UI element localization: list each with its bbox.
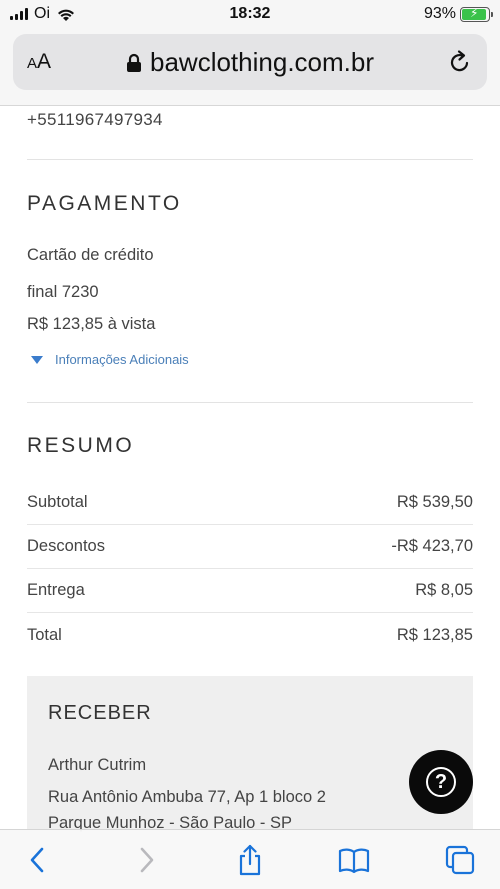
summary-value: R$ 539,50: [396, 493, 473, 511]
divider: [27, 402, 473, 403]
summary-row-shipping: Entrega R$ 8,05: [27, 569, 473, 613]
share-icon[interactable]: [234, 844, 266, 876]
summary-label: Entrega: [27, 581, 85, 599]
url-display[interactable]: bawclothing.com.br: [13, 47, 487, 78]
receive-title: RECEBER: [48, 702, 152, 724]
help-button[interactable]: ?: [409, 750, 473, 814]
summary-row-total: Total R$ 123,85: [27, 613, 473, 657]
bottom-toolbar: [0, 829, 500, 889]
triangle-down-icon: [31, 355, 43, 364]
payment-method: Cartão de crédito: [27, 246, 154, 264]
contact-phone: +5511967497934: [27, 110, 163, 129]
status-bar: Oi 18:32 93% ⚡: [0, 0, 500, 30]
address-line-1: Rua Antônio Ambuba 77, Ap 1 bloco 2: [48, 788, 326, 806]
summary-row-subtotal: Subtotal R$ 539,50: [27, 481, 473, 525]
tabs-icon[interactable]: [444, 844, 476, 876]
summary-label: Descontos: [27, 537, 105, 555]
summary-value: R$ 123,85: [396, 625, 473, 644]
browser-toolbar: AA bawclothing.com.br: [0, 30, 500, 106]
forward-icon[interactable]: [130, 844, 162, 876]
payment-amount: R$ 123,85 à vista: [27, 315, 156, 333]
summary-value: R$ 8,05: [415, 581, 473, 599]
divider: [27, 159, 473, 160]
reload-icon[interactable]: [447, 49, 473, 75]
receiver-name: Arthur Cutrim: [48, 756, 147, 774]
lock-icon: [127, 53, 141, 72]
additional-info-label: Informações Adicionais: [55, 352, 189, 367]
summary-label: Total: [27, 625, 62, 644]
address-bar[interactable]: AA bawclothing.com.br: [13, 34, 487, 90]
summary-row-discounts: Descontos -R$ 423,70: [27, 525, 473, 569]
battery-percent: 93%: [423, 5, 456, 22]
payment-title: PAGAMENTO: [27, 192, 182, 215]
additional-info-toggle[interactable]: Informações Adicionais: [31, 352, 189, 367]
back-icon[interactable]: [22, 844, 54, 876]
url-domain: bawclothing.com.br: [150, 47, 374, 77]
summary-title: RESUMO: [27, 434, 135, 457]
question-icon: ?: [426, 767, 456, 797]
bookmarks-icon[interactable]: [338, 844, 370, 876]
battery-icon: ⚡: [460, 6, 493, 22]
card-ending: final 7230: [27, 283, 99, 301]
summary-label: Subtotal: [27, 493, 88, 511]
status-right: 93% ⚡: [423, 5, 493, 23]
summary-value: -R$ 423,70: [391, 537, 473, 555]
